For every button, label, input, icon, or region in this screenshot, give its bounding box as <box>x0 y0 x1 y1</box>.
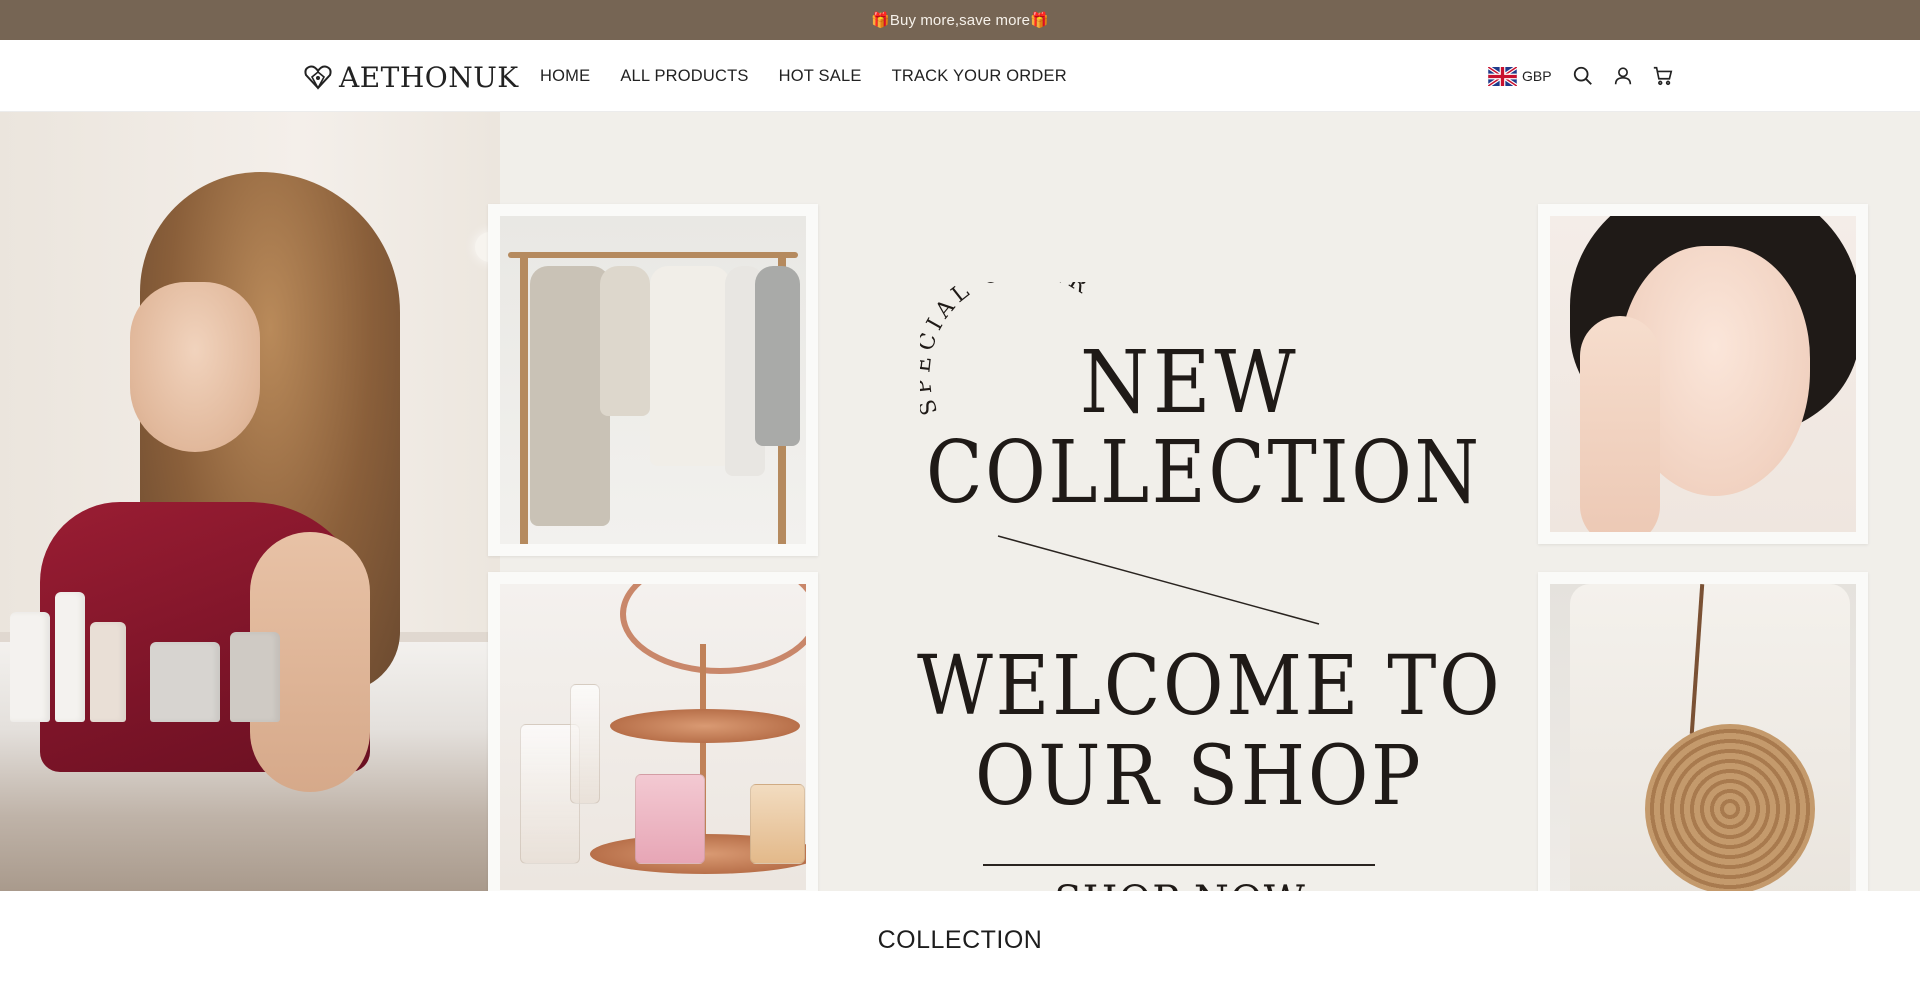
currency-code: GBP <box>1522 68 1552 84</box>
cart-icon <box>1653 66 1672 86</box>
cart-button[interactable] <box>1650 63 1676 89</box>
decorative-diagonal-line <box>997 535 1320 625</box>
hero-welcome-line2: OUR SHOP <box>975 729 1424 824</box>
nav-all-products[interactable]: ALL PRODUCTS <box>620 67 748 86</box>
shop-now-rule-top <box>983 864 1375 866</box>
hero-photo-clothes-rack <box>488 204 818 556</box>
search-button[interactable] <box>1570 63 1596 89</box>
site-header: AETHONUK HOME ALL PRODUCTS HOT SALE TRAC… <box>0 40 1920 112</box>
hero-photo-perfume <box>488 572 818 891</box>
account-button[interactable] <box>1610 63 1636 89</box>
logo-text: AETHONUK <box>339 60 519 94</box>
special-offer-text: SPECIAL OFFER <box>910 257 1090 418</box>
svg-text:SPECIAL OFFER: SPECIAL OFFER <box>920 282 1096 418</box>
nav-hot-sale[interactable]: HOT SALE <box>779 67 862 86</box>
hero-photo-woman-vanity <box>0 112 505 891</box>
currency-selector[interactable]: GBP <box>1488 66 1552 86</box>
shop-now-button[interactable]: SHOP NOW <box>983 864 1377 891</box>
shop-now-label: SHOP NOW <box>983 878 1377 891</box>
search-icon <box>1573 66 1592 85</box>
main-nav: HOME ALL PRODUCTS HOT SALE TRACK YOUR OR… <box>540 40 1067 112</box>
collection-heading: COLLECTION <box>877 926 1043 954</box>
announcement-text: 🎁Buy more,save more🎁 <box>871 12 1049 29</box>
logo-heart-icon <box>304 65 332 90</box>
hero-banner: SPECIAL OFFER NEW COLLECTION WELCOME TO … <box>0 112 1920 891</box>
hero-title-new: NEW <box>1080 333 1300 433</box>
uk-flag-icon <box>1488 66 1517 86</box>
nav-track-order[interactable]: TRACK YOUR ORDER <box>892 67 1067 86</box>
header-actions: GBP <box>1488 40 1690 112</box>
hero-welcome-line1: WELCOME TO <box>917 639 1503 734</box>
hero-photo-rattan-bag <box>1538 572 1868 891</box>
site-logo[interactable]: AETHONUK <box>303 60 519 94</box>
hero-photo-skincare <box>1538 204 1868 544</box>
hero-title-collection: COLLECTION <box>926 423 1482 523</box>
nav-home[interactable]: HOME <box>540 67 590 86</box>
account-icon <box>1614 67 1631 85</box>
announcement-bar: 🎁Buy more,save more🎁 <box>0 0 1920 40</box>
